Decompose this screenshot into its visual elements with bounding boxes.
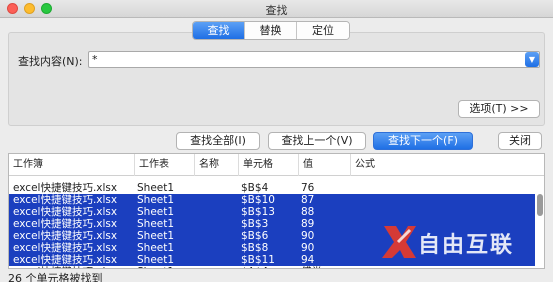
cell-sheet: Sheet1 (137, 230, 175, 242)
cell-value: 94 (301, 254, 315, 266)
cell-address: $B$8 (241, 242, 269, 254)
title-bar: 查找 (0, 0, 553, 18)
cell-value: 88 (301, 206, 315, 218)
table-row[interactable]: excel快捷键技巧.xlsx Sheet1 $B$10 87 (9, 194, 535, 206)
find-content-input[interactable]: * (88, 51, 540, 68)
cell-workbook: excel快捷键技巧.xlsx (13, 266, 135, 268)
chevron-down-icon[interactable]: ▼ (525, 52, 539, 67)
results-scrollbar[interactable] (537, 194, 543, 216)
cell-address: $A$4 (241, 266, 299, 268)
watermark-mark-icon (382, 226, 416, 258)
column-header-cell[interactable]: 单元格 (239, 154, 299, 176)
cell-workbook: excel快捷键技巧.xlsx (13, 206, 118, 218)
cell-workbook: excel快捷键技巧.xlsx (13, 194, 118, 206)
find-next-button[interactable]: 查找下一个(F) (373, 132, 473, 150)
column-header-formula[interactable]: 公式 (351, 154, 544, 176)
find-all-button[interactable]: 查找全部(I) (176, 132, 260, 150)
close-button[interactable]: 关闭 (498, 132, 542, 150)
table-row[interactable]: excel快捷键技巧.xlsxSheet1 $A$4傅党 (9, 266, 535, 268)
tab-replace[interactable]: 替换 (245, 22, 297, 39)
results-header: 工作簿 工作表 名称 单元格 值 公式 (9, 154, 544, 176)
tab-find[interactable]: 查找 (193, 22, 245, 39)
watermark-text: 自由互联 (418, 233, 515, 258)
cell-address: $B$4 (241, 182, 269, 194)
window-title: 查找 (265, 4, 288, 17)
column-header-name[interactable]: 名称 (195, 154, 239, 176)
cell-sheet: Sheet1 (137, 182, 175, 194)
cell-value: 87 (301, 194, 315, 206)
cell-value: 傅党 (301, 266, 351, 268)
cell-value: 76 (301, 182, 315, 194)
cell-sheet: Sheet1 (137, 266, 195, 268)
column-header-value[interactable]: 值 (299, 154, 351, 176)
column-header-workbook[interactable]: 工作簿 (9, 154, 135, 176)
cell-address: $B$10 (241, 194, 275, 206)
cell-workbook: excel快捷键技巧.xlsx (13, 242, 118, 254)
find-previous-button[interactable]: 查找上一个(V) (268, 132, 366, 150)
cell-sheet: Sheet1 (137, 242, 175, 254)
cell-value: 89 (301, 218, 315, 230)
tab-goto[interactable]: 定位 (297, 22, 349, 39)
find-content-label: 查找内容(N): (18, 55, 83, 68)
options-button[interactable]: 选项(T) >> (458, 100, 540, 118)
cell-value: 90 (301, 230, 315, 242)
cell-workbook: excel快捷键技巧.xlsx (13, 182, 118, 194)
tab-bar: 查找 替换 定位 (192, 21, 350, 40)
table-row[interactable]: excel快捷键技巧.xlsx Sheet1 $B$13 88 (9, 206, 535, 218)
cell-sheet: Sheet1 (137, 254, 175, 266)
cell-address: $B$3 (241, 218, 269, 230)
table-row[interactable]: excel快捷键技巧.xlsx Sheet1 $B$4 76 (9, 182, 535, 194)
status-text: 26 个单元格被找到 (8, 272, 103, 282)
cell-workbook: excel快捷键技巧.xlsx (13, 254, 118, 266)
cell-sheet: Sheet1 (137, 206, 175, 218)
cell-workbook: excel快捷键技巧.xlsx (13, 218, 118, 230)
cell-sheet: Sheet1 (137, 194, 175, 206)
cell-address: $B$11 (241, 254, 275, 266)
column-header-sheet[interactable]: 工作表 (135, 154, 195, 176)
cell-sheet: Sheet1 (137, 218, 175, 230)
cell-value: 90 (301, 242, 315, 254)
cell-address: $B$6 (241, 230, 269, 242)
cell-address: $B$13 (241, 206, 275, 218)
watermark-logo: 自由互联 (380, 222, 550, 262)
cell-workbook: excel快捷键技巧.xlsx (13, 230, 118, 242)
